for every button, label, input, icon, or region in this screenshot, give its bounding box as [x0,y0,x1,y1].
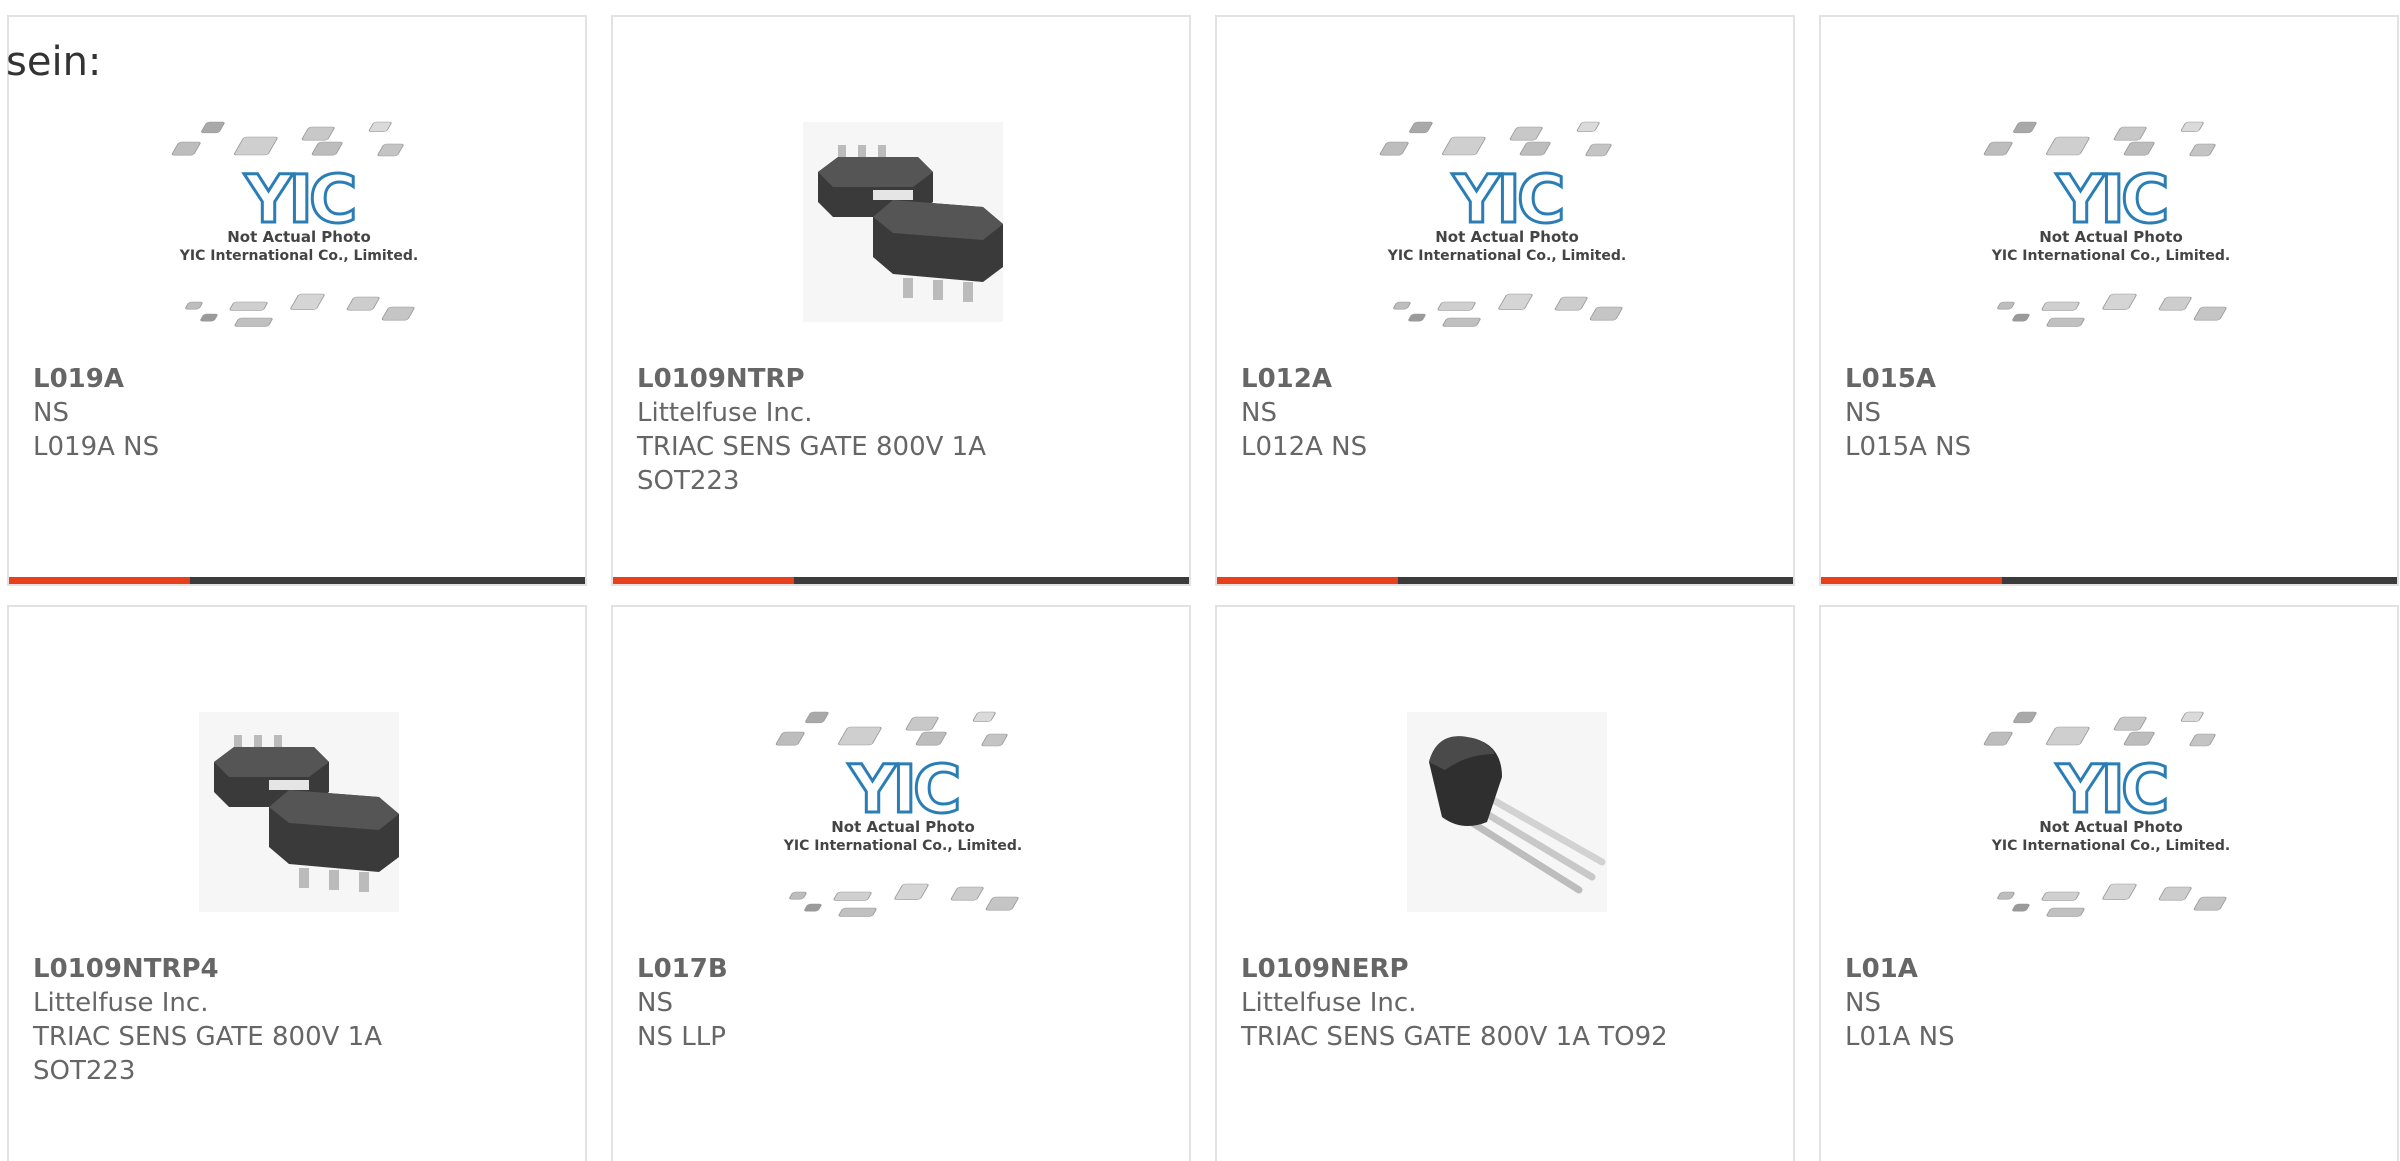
description: NS LLP [637,1022,726,1052]
svg-text:YIC: YIC [244,161,354,238]
description: L019A NS [33,432,160,462]
product-image[interactable]: YIC Not Actual Photo YIC International Co.… [1367,102,1647,352]
product-info: L01A NS L01A NS [1845,952,2373,1054]
product-card[interactable]: L0109NERP Littelfuse Inc. TRIAC SENS GAT… [1215,605,1795,1161]
product-image[interactable]: YIC Not Actual Photo YIC International Co.… [763,692,1043,942]
description: TRIAC SENS GATE 800V 1A SOT223 [637,432,987,496]
description: L015A NS [1845,432,1972,462]
svg-text:Not Actual Photo: Not Actual Photo [2039,228,2183,246]
manufacturer: Littelfuse Inc. [1241,988,1417,1018]
part-number-link[interactable]: L019A [33,362,561,396]
product-image[interactable] [159,692,439,942]
intro-text: sein: [6,39,102,85]
product-info: L015A NS L015A NS [1845,362,2373,464]
product-image[interactable] [763,102,1043,352]
svg-text:YIC International Co., Limited: YIC International Co., Limited. [1991,838,2230,854]
part-number-link[interactable]: L0109NTRP4 [33,952,561,986]
product-card[interactable]: YIC Not Actual Photo YIC International Co.… [7,15,587,586]
component-photo [1407,712,1607,912]
manufacturer: NS [33,398,69,428]
product-info: L0109NTRP Littelfuse Inc. TRIAC SENS GAT… [637,362,1165,498]
product-info: L012A NS L012A NS [1241,362,1769,464]
product-card[interactable]: L0109NTRP Littelfuse Inc. TRIAC SENS GAT… [611,15,1191,586]
product-card[interactable]: YIC Not Actual Photo YIC International Co.… [1819,605,2399,1161]
svg-text:Not Actual Photo: Not Actual Photo [1435,228,1579,246]
svg-text:YIC: YIC [848,751,958,828]
card-bar-accent [1821,577,2003,584]
component-photo [199,712,399,912]
part-number-link[interactable]: L012A [1241,362,1769,396]
manufacturer: NS [1241,398,1277,428]
product-info: L017B NS NS LLP [637,952,1165,1054]
part-number-link[interactable]: L0109NERP [1241,952,1769,986]
manufacturer: NS [1845,398,1881,428]
product-info: L0109NTRP4 Littelfuse Inc. TRIAC SENS GA… [33,952,561,1088]
part-number-link[interactable]: L01A [1845,952,2373,986]
card-bar-accent [613,577,795,584]
product-info: L019A NS L019A NS [33,362,561,464]
card-bar-accent [1217,577,1399,584]
not-actual-photo-image: YICNot Actual Photo YIC International Co.… [775,711,1022,917]
card-bottom-bar [9,577,585,584]
svg-text:Not Actual Photo: Not Actual Photo [2039,818,2183,836]
not-actual-photo-image: YICNot Actual Photo YIC International Co.… [1983,711,2230,917]
product-image[interactable]: YIC Not Actual Photo YIC International Co.… [159,102,439,352]
product-image[interactable]: YIC Not Actual Photo YIC International Co.… [1971,692,2251,942]
manufacturer: Littelfuse Inc. [637,398,813,428]
svg-text:YIC: YIC [1452,161,1562,238]
product-image[interactable] [1367,692,1647,942]
product-grid-page: sein: YIC Not Actual Photo YIC Internation… [0,0,2400,1161]
not-actual-photo-image: YICNot Actual Photo YIC International Co.… [171,121,418,327]
not-actual-photo-image: YICNot Actual Photo YIC International Co.… [1983,121,2230,327]
not-actual-photo-image: YICNot Actual Photo YIC International Co.… [1379,121,1626,327]
svg-text:Not Actual Photo: Not Actual Photo [831,818,975,836]
card-bottom-bar [613,577,1189,584]
card-bottom-bar [1821,577,2397,584]
product-info: L0109NERP Littelfuse Inc. TRIAC SENS GAT… [1241,952,1769,1054]
svg-text:YIC International Co., Limited: YIC International Co., Limited. [179,248,418,264]
manufacturer: NS [1845,988,1881,1018]
description: L012A NS [1241,432,1368,462]
product-card[interactable]: YIC Not Actual Photo YIC International Co.… [611,605,1191,1161]
product-card[interactable]: YIC Not Actual Photo YIC International Co.… [1215,15,1795,586]
manufacturer: Littelfuse Inc. [33,988,209,1018]
manufacturer: NS [637,988,673,1018]
svg-text:Not Actual Photo: Not Actual Photo [227,228,371,246]
description: TRIAC SENS GATE 800V 1A SOT223 [33,1022,383,1086]
part-number-link[interactable]: L0109NTRP [637,362,1165,396]
card-bar-accent [9,577,191,584]
svg-text:YIC International Co., Limited: YIC International Co., Limited. [1991,248,2230,264]
svg-text:YIC: YIC [2056,161,2166,238]
product-card[interactable]: YIC Not Actual Photo YIC International Co.… [1819,15,2399,586]
product-image[interactable]: YIC Not Actual Photo YIC International Co.… [1971,102,2251,352]
description: L01A NS [1845,1022,1955,1052]
svg-text:YIC International Co., Limited: YIC International Co., Limited. [1387,248,1626,264]
card-bottom-bar [1217,577,1793,584]
svg-text:YIC: YIC [2056,751,2166,828]
part-number-link[interactable]: L017B [637,952,1165,986]
product-card[interactable]: L0109NTRP4 Littelfuse Inc. TRIAC SENS GA… [7,605,587,1161]
description: TRIAC SENS GATE 800V 1A TO92 [1241,1022,1668,1052]
part-number-link[interactable]: L015A [1845,362,2373,396]
svg-text:YIC International Co., Limited: YIC International Co., Limited. [783,838,1022,854]
component-photo [803,122,1003,322]
